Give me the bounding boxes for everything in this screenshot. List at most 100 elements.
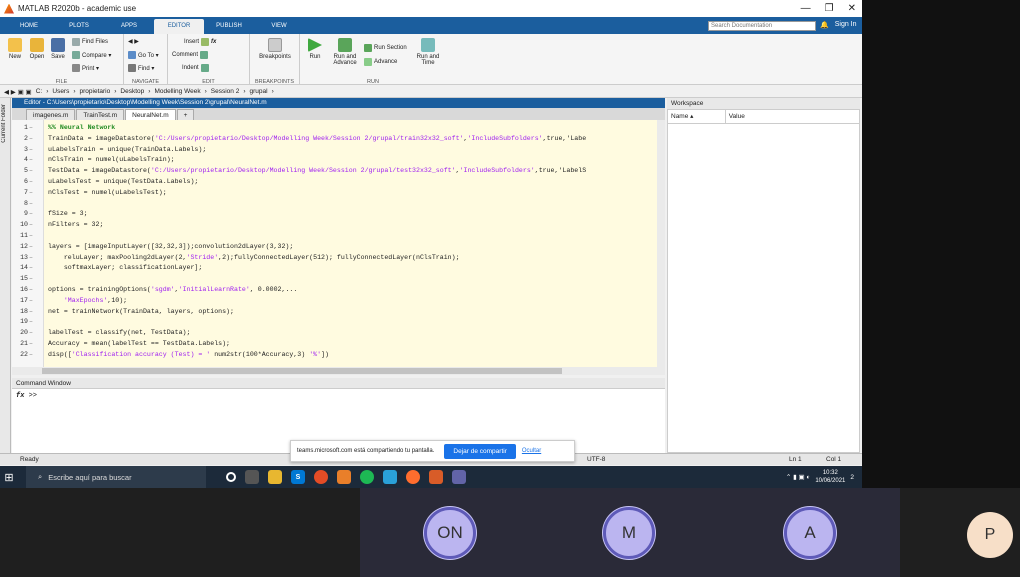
tab-plots[interactable]: PLOTS: [54, 19, 104, 34]
comment-button[interactable]: Comment: [172, 51, 209, 59]
windows-start-icon[interactable]: ⊞: [0, 466, 18, 488]
run-time-button[interactable]: Run and Time: [414, 38, 442, 66]
code-line[interactable]: 1– %% Neural Network: [12, 123, 657, 134]
code-line[interactable]: 4– nClsTrain = numel(uLabelsTrain);: [12, 155, 657, 166]
code-line[interactable]: 14– softmaxLayer; classificationLayer];: [12, 263, 657, 274]
participant-avatar[interactable]: A: [784, 507, 836, 559]
insert-button[interactable]: Insert fx: [184, 38, 216, 46]
tray-icons[interactable]: ⌃ ▮ ▣ ◐: [786, 473, 811, 481]
skype-icon[interactable]: S: [291, 470, 305, 484]
code-line[interactable]: 16– options = trainingOptions('sgdm','Ini…: [12, 285, 657, 296]
cortana-icon[interactable]: [226, 472, 236, 482]
breakpoint-marker[interactable]: –: [28, 263, 34, 274]
task-view-icon[interactable]: [245, 470, 259, 484]
path-segment[interactable]: Desktop: [120, 88, 144, 95]
find-button[interactable]: Find ▾: [128, 64, 154, 72]
breakpoint-marker[interactable]: –: [28, 209, 34, 220]
run-section-button[interactable]: Run Section: [364, 44, 407, 52]
new-button[interactable]: New: [3, 38, 27, 60]
breakpoint-marker[interactable]: –: [28, 350, 34, 361]
code-line[interactable]: 20– labelTest = classify(net, TestData);: [12, 328, 657, 339]
minimize-button[interactable]: —: [801, 3, 811, 14]
code-line[interactable]: 8–: [12, 199, 657, 210]
notification-badge[interactable]: 2: [850, 474, 854, 481]
scroll-thumb[interactable]: [42, 368, 562, 374]
spotify-icon[interactable]: [360, 470, 374, 484]
code-line[interactable]: 6– uLabelsTest = unique(TestData.Labels);: [12, 177, 657, 188]
editor-horizontal-scrollbar[interactable]: [12, 367, 665, 375]
code-line[interactable]: 5– TestData = imageDatastore('C:/Users/pr…: [12, 166, 657, 177]
breakpoint-marker[interactable]: –: [28, 307, 34, 318]
breakpoint-marker[interactable]: –: [28, 166, 34, 177]
breakpoint-marker[interactable]: –: [28, 177, 34, 188]
advance-button[interactable]: Advance: [364, 58, 397, 66]
find-files-button[interactable]: Find Files: [72, 38, 108, 46]
breakpoint-marker[interactable]: –: [28, 296, 34, 307]
maximize-button[interactable]: ❐: [825, 3, 834, 14]
goto-button[interactable]: Go To ▾: [128, 51, 159, 59]
code-line[interactable]: 18– net = trainNetwork(TrainData, layers,…: [12, 307, 657, 318]
path-segment[interactable]: Users: [52, 88, 69, 95]
code-line[interactable]: 19–: [12, 317, 657, 328]
taskbar-search[interactable]: ⌕ Escribe aquí para buscar: [26, 466, 206, 488]
path-segment[interactable]: Modelling Week: [154, 88, 200, 95]
indent-button[interactable]: Indent: [182, 64, 209, 72]
code-line[interactable]: 11–: [12, 231, 657, 242]
participant-avatar[interactable]: M: [603, 507, 655, 559]
back-forward-icon[interactable]: ◀ ▶: [128, 38, 139, 45]
workspace-col-value[interactable]: Value: [726, 110, 859, 123]
print-button[interactable]: Print ▾: [72, 64, 99, 72]
code-line[interactable]: 17– 'MaxEpochs',10);: [12, 296, 657, 307]
participant-avatar[interactable]: P: [967, 512, 1013, 558]
bell-icon[interactable]: 🔔: [820, 21, 829, 29]
nav-arrows-icon[interactable]: ◀ ▶ ▣ ▣: [4, 88, 32, 96]
search-documentation-input[interactable]: Search Documentation: [708, 21, 816, 31]
breakpoint-marker[interactable]: –: [28, 339, 34, 350]
workspace-col-name[interactable]: Name ▴: [668, 110, 726, 123]
path-segment[interactable]: Session 2: [211, 88, 240, 95]
current-folder-panel[interactable]: Current Folder: [0, 98, 11, 454]
breakpoint-marker[interactable]: –: [28, 199, 34, 210]
editor-tab[interactable]: TrainTest.m: [76, 109, 125, 120]
compare-button[interactable]: Compare ▾: [72, 51, 111, 59]
chrome-icon[interactable]: [314, 470, 328, 484]
file-explorer-icon[interactable]: [268, 470, 282, 484]
editor-vertical-scrollbar[interactable]: [657, 120, 665, 367]
editor-tab[interactable]: imagenes.m: [26, 109, 76, 120]
code-line[interactable]: 9– fSize = 3;: [12, 209, 657, 220]
tab-publish[interactable]: PUBLISH: [204, 19, 254, 34]
tab-apps[interactable]: APPS: [104, 19, 154, 34]
firefox-icon[interactable]: [406, 470, 420, 484]
breakpoint-marker[interactable]: –: [28, 285, 34, 296]
code-line[interactable]: 3– uLabelsTrain = unique(TrainData.Labels…: [12, 145, 657, 156]
code-line[interactable]: 13– reluLayer; maxPooling2dLayer(2,'Stri…: [12, 253, 657, 264]
code-line[interactable]: 21– Accuracy = mean(labelTest == TestData…: [12, 339, 657, 350]
matlab-taskbar-icon[interactable]: [429, 470, 443, 484]
add-tab-button[interactable]: +: [176, 109, 195, 120]
tab-view[interactable]: VIEW: [254, 19, 304, 34]
code-line[interactable]: 12– layers = [imageInputLayer([32,32,3]);…: [12, 242, 657, 253]
path-segment[interactable]: grupal: [249, 88, 267, 95]
path-segment[interactable]: C:: [36, 88, 43, 95]
breakpoint-marker[interactable]: –: [28, 123, 34, 134]
hide-banner-link[interactable]: Ocultar: [522, 448, 541, 454]
run-advance-button[interactable]: Run and Advance: [330, 38, 360, 66]
tab-editor[interactable]: EDITOR: [154, 19, 204, 34]
breakpoint-marker[interactable]: –: [28, 242, 34, 253]
participant-avatar[interactable]: ON: [424, 507, 476, 559]
run-button[interactable]: Run: [303, 38, 327, 60]
sign-in-link[interactable]: Sign In: [835, 21, 857, 29]
breakpoint-marker[interactable]: –: [28, 328, 34, 339]
breakpoint-marker[interactable]: –: [28, 145, 34, 156]
breakpoint-marker[interactable]: –: [28, 220, 34, 231]
app-icon[interactable]: [337, 470, 351, 484]
breakpoint-marker[interactable]: –: [28, 134, 34, 145]
code-editor[interactable]: 1–%% Neural Network 2– TrainData = imageDa…: [12, 120, 657, 367]
tab-home[interactable]: HOME: [4, 19, 54, 34]
workspace-panel[interactable]: Name ▴ Value: [667, 109, 860, 453]
path-segment[interactable]: propietario: [80, 88, 111, 95]
clock[interactable]: 10:32 10/06/2021: [815, 469, 845, 485]
breakpoint-marker[interactable]: –: [28, 253, 34, 264]
fx-icon[interactable]: fx: [211, 39, 216, 45]
breakpoint-marker[interactable]: –: [28, 231, 34, 242]
